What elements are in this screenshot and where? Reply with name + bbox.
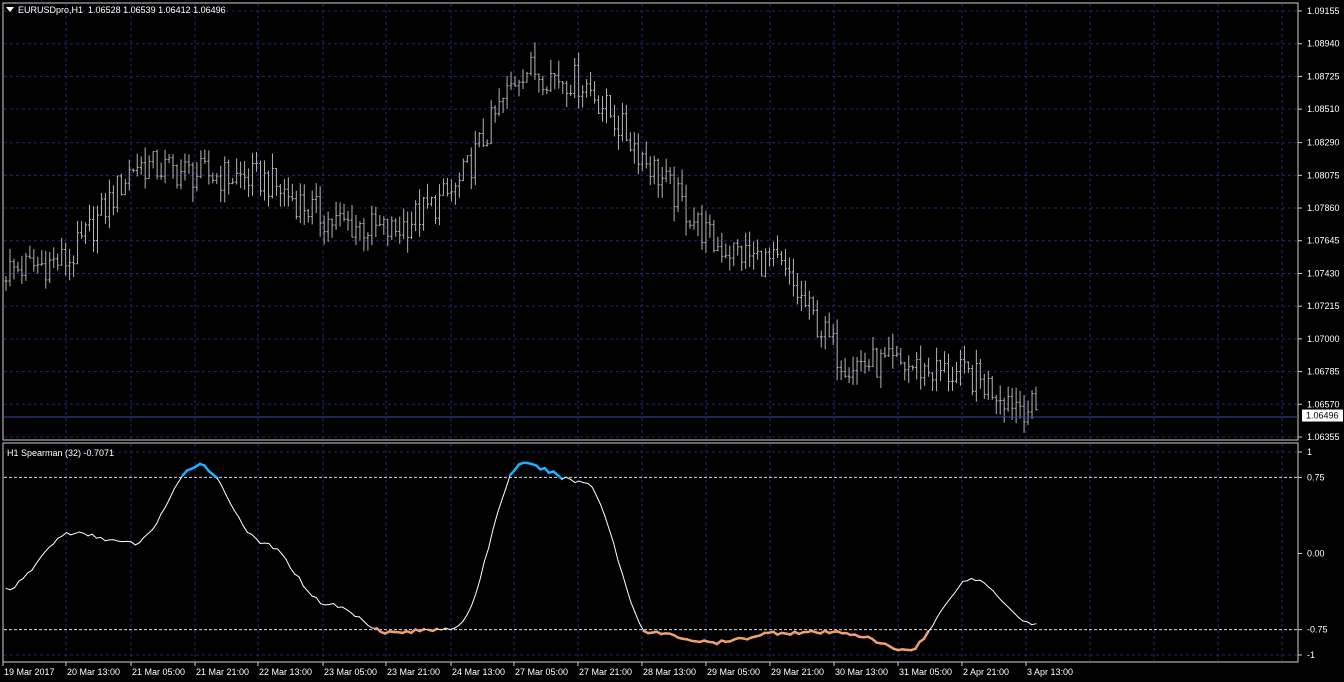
time-tick-label: 28 Mar 13:00 bbox=[643, 667, 696, 677]
price-tick-label: 1.06355 bbox=[1307, 432, 1340, 442]
time-tick-label: 30 Mar 13:00 bbox=[835, 667, 888, 677]
chart-canvas[interactable]: 1.09155 1.08940 1.08725 1.08510 1.08290 1.080… bbox=[0, 0, 1344, 682]
price-tick-label: 1.08510 bbox=[1307, 104, 1340, 114]
price-tick-label: 1.07000 bbox=[1307, 334, 1340, 344]
time-tick-label: 19 Mar 2017 bbox=[4, 667, 55, 677]
oscillator-tick-label: 1 bbox=[1307, 447, 1312, 457]
time-tick-label: 21 Mar 05:00 bbox=[132, 667, 185, 677]
price-tick-label: 1.06785 bbox=[1307, 367, 1340, 377]
time-tick-label: 23 Mar 21:00 bbox=[387, 667, 440, 677]
indicator-title: H1 Spearman (32) -0.7071 bbox=[7, 448, 115, 458]
price-tick-label: 1.07645 bbox=[1307, 236, 1340, 246]
spearman-segment bbox=[431, 627, 439, 633]
price-tick-label: 1.08290 bbox=[1307, 138, 1340, 148]
price-tick-label: 1.07430 bbox=[1307, 268, 1340, 278]
time-tick-label: 22 Mar 13:00 bbox=[259, 667, 312, 677]
time-tick-label: 2 Apr 21:00 bbox=[963, 667, 1009, 677]
time-tick-label: 3 Apr 13:00 bbox=[1027, 667, 1073, 677]
time-tick-label: 24 Mar 13:00 bbox=[452, 667, 505, 677]
time-tick-label: 20 Mar 13:00 bbox=[67, 667, 120, 677]
price-tick-label: 1.08075 bbox=[1307, 170, 1340, 180]
price-tick-label: 1.07860 bbox=[1307, 203, 1340, 213]
time-tick-label: 23 Mar 05:00 bbox=[324, 667, 377, 677]
spearman-segment bbox=[418, 627, 426, 633]
current-price-label: 1.06496 bbox=[1306, 411, 1339, 421]
oscillator-tick-label: -1 bbox=[1307, 650, 1315, 660]
price-tick-label: 1.09155 bbox=[1307, 6, 1340, 16]
price-tick-label: 1.08725 bbox=[1307, 71, 1340, 81]
oscillator-tick-label: -0.75 bbox=[1307, 625, 1328, 635]
time-tick-label: 29 Mar 05:00 bbox=[707, 667, 760, 677]
spearman-segment bbox=[962, 580, 968, 582]
time-tick-label: 31 Mar 05:00 bbox=[899, 667, 952, 677]
ohlc-values: 1.06528 1.06539 1.06412 1.06496 bbox=[88, 5, 226, 15]
time-tick-label: 27 Mar 21:00 bbox=[579, 667, 632, 677]
price-tick-label: 1.08940 bbox=[1307, 39, 1340, 49]
price-tick-label: 1.06570 bbox=[1307, 399, 1340, 409]
time-tick-label: 21 Mar 21:00 bbox=[196, 667, 249, 677]
symbol-name: EURUSDpro,H1 bbox=[18, 5, 84, 15]
time-tick-label: 27 Mar 05:00 bbox=[515, 667, 568, 677]
price-tick-label: 1.07215 bbox=[1307, 301, 1340, 311]
spearman-segment bbox=[117, 540, 123, 543]
symbol-title: EURUSDpro,H1 1.06528 1.06539 1.06412 1.0… bbox=[18, 5, 226, 15]
oscillator-tick-label: 0.00 bbox=[1307, 549, 1325, 559]
oscillator-tick-label: 0.75 bbox=[1307, 472, 1325, 482]
collapse-arrow-icon[interactable] bbox=[6, 7, 14, 12]
time-tick-label: 29 Mar 21:00 bbox=[771, 667, 824, 677]
